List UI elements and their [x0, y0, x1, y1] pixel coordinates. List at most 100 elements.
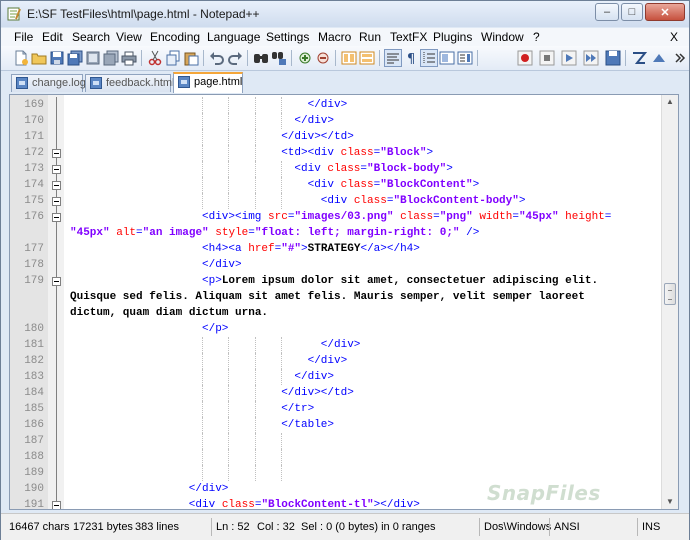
tab-page-html[interactable]: page.html [173, 72, 243, 93]
code-line[interactable]: </table> [281, 417, 334, 433]
close-window-button[interactable]: ✕ [645, 3, 685, 21]
code-line[interactable]: <div class="Block-body"> [294, 161, 452, 177]
fold-toggle-icon[interactable] [52, 197, 61, 206]
menu-textfx[interactable]: TextFX [390, 30, 427, 44]
print-icon[interactable] [121, 50, 137, 66]
code-line[interactable]: <div class="BlockContent"> [308, 177, 480, 193]
code-editor[interactable]: 169 170 171 172 173 174 175 176 177 178 179 180 181 1… [9, 94, 679, 510]
vertical-scrollbar[interactable]: ▲ ▼ [661, 95, 678, 509]
code-line[interactable]: </div> [189, 481, 229, 497]
code-line[interactable]: </p> [202, 321, 228, 337]
code-line[interactable]: "45px" alt="an image" style="float: left… [70, 225, 479, 241]
code-line[interactable]: </tr> [281, 401, 314, 417]
code-line[interactable]: dictum, quam diam dictum urna. [70, 305, 268, 321]
maximize-button[interactable]: □ [621, 3, 643, 21]
replace-icon[interactable] [271, 50, 287, 66]
code-token: alt [116, 227, 137, 239]
code-line[interactable]: <h4><a href="#">STRATEGY</a></h4> [202, 241, 420, 257]
menu-macro[interactable]: Macro [318, 30, 351, 44]
code-line[interactable]: </div></td> [281, 385, 354, 401]
user-lang-icon[interactable] [439, 50, 455, 66]
menu-encoding[interactable]: Encoding [150, 30, 200, 44]
undo-icon[interactable] [209, 50, 225, 66]
open-file-icon[interactable] [31, 50, 47, 66]
fold-toggle-icon[interactable] [52, 149, 61, 158]
menu-help[interactable]: ? [533, 30, 540, 44]
record-macro-icon[interactable] [517, 50, 533, 66]
tab-change-log[interactable]: change.log [11, 74, 86, 92]
new-file-icon[interactable] [13, 50, 29, 66]
copy-icon[interactable] [165, 50, 181, 66]
indent-guide [228, 465, 230, 481]
code-line[interactable]: </div> [321, 337, 361, 353]
save-all-icon[interactable] [67, 50, 83, 66]
code-line[interactable]: </div> [308, 97, 348, 113]
scroll-up-icon[interactable]: ▲ [664, 95, 676, 109]
code-line[interactable]: </div> [308, 353, 348, 369]
menu-settings[interactable]: Settings [266, 30, 309, 44]
code-token: </div> [307, 99, 348, 111]
menu-run[interactable]: Run [359, 30, 381, 44]
zoom-in-icon[interactable] [297, 50, 313, 66]
fold-toggle-icon[interactable] [52, 277, 61, 286]
stop-record-icon[interactable] [539, 50, 555, 66]
doc-map-icon[interactable] [457, 50, 473, 66]
find-icon[interactable] [253, 50, 269, 66]
menu-language[interactable]: Language [207, 30, 260, 44]
trim-icon[interactable] [631, 50, 647, 66]
play-macro-icon[interactable] [561, 50, 577, 66]
paste-icon[interactable] [183, 50, 199, 66]
code-token: Lorem ipsum dolor sit amet, consectetuer… [221, 275, 599, 287]
indent-guide [228, 145, 230, 161]
menu-file[interactable]: File [14, 30, 33, 44]
code-line[interactable]: <div class="BlockContent-body"> [321, 193, 526, 209]
save-icon[interactable] [49, 50, 65, 66]
code-text-area[interactable]: </div> </div> </div></td> <td><div class="B… [66, 95, 662, 509]
menu-window[interactable]: Window [481, 30, 524, 44]
code-line[interactable]: <p>Lorem ipsum dolor sit amet, consectet… [202, 273, 598, 289]
play-multiple-icon[interactable] [583, 50, 599, 66]
close-all-icon[interactable] [103, 50, 119, 66]
code-token: "an image" [142, 227, 209, 239]
menu-view[interactable]: View [116, 30, 142, 44]
code-line[interactable]: Quisque sed felis. Aliquam sit amet feli… [70, 289, 585, 305]
fold-toggle-icon[interactable] [52, 165, 61, 174]
line-number: 185 [24, 403, 44, 415]
fold-toggle-icon[interactable] [52, 213, 61, 222]
code-line[interactable]: </div> [202, 257, 242, 273]
code-line[interactable]: </div> [294, 113, 334, 129]
save-macro-icon[interactable] [605, 50, 621, 66]
fold-toggle-icon[interactable] [52, 181, 61, 190]
code-line[interactable]: <div class="BlockContent-tl"></div> [189, 497, 420, 509]
close-document-button[interactable]: X [670, 30, 678, 44]
close-file-icon[interactable] [85, 50, 101, 66]
sync-vertical-icon[interactable] [341, 50, 357, 66]
show-all-chars-icon[interactable]: ¶ [403, 50, 419, 66]
up-icon[interactable] [651, 50, 667, 66]
minimize-button[interactable]: – [595, 3, 619, 21]
code-line[interactable]: </div></td> [281, 129, 354, 145]
scroll-down-icon[interactable]: ▼ [664, 495, 676, 509]
indent-guide [281, 337, 283, 353]
code-line[interactable]: <td><div class="Block"> [281, 145, 433, 161]
scrollbar-thumb[interactable] [664, 283, 676, 305]
menu-search[interactable]: Search [72, 30, 110, 44]
code-line[interactable]: </div> [294, 369, 334, 385]
sync-horizontal-icon[interactable] [359, 50, 375, 66]
redo-icon[interactable] [227, 50, 243, 66]
line-number: 175 [24, 195, 44, 207]
zoom-out-icon[interactable] [315, 50, 331, 66]
word-wrap-icon[interactable] [384, 49, 402, 67]
menu-plugins[interactable]: Plugins [433, 30, 472, 44]
line-number: 178 [24, 259, 44, 271]
indent-guide-icon[interactable] [420, 49, 438, 67]
code-line[interactable]: <div><img src="images/03.png" class="png… [202, 209, 611, 225]
menu-edit[interactable]: Edit [42, 30, 63, 44]
chevron-right-icon[interactable] [671, 50, 687, 66]
status-column: Col : 32 [257, 521, 295, 533]
code-token: = [604, 211, 612, 223]
fold-toggle-icon[interactable] [52, 501, 61, 509]
cut-icon[interactable] [147, 50, 163, 66]
tab-feedback-html[interactable]: feedback.html [85, 74, 174, 92]
fold-guide-line [56, 289, 57, 305]
